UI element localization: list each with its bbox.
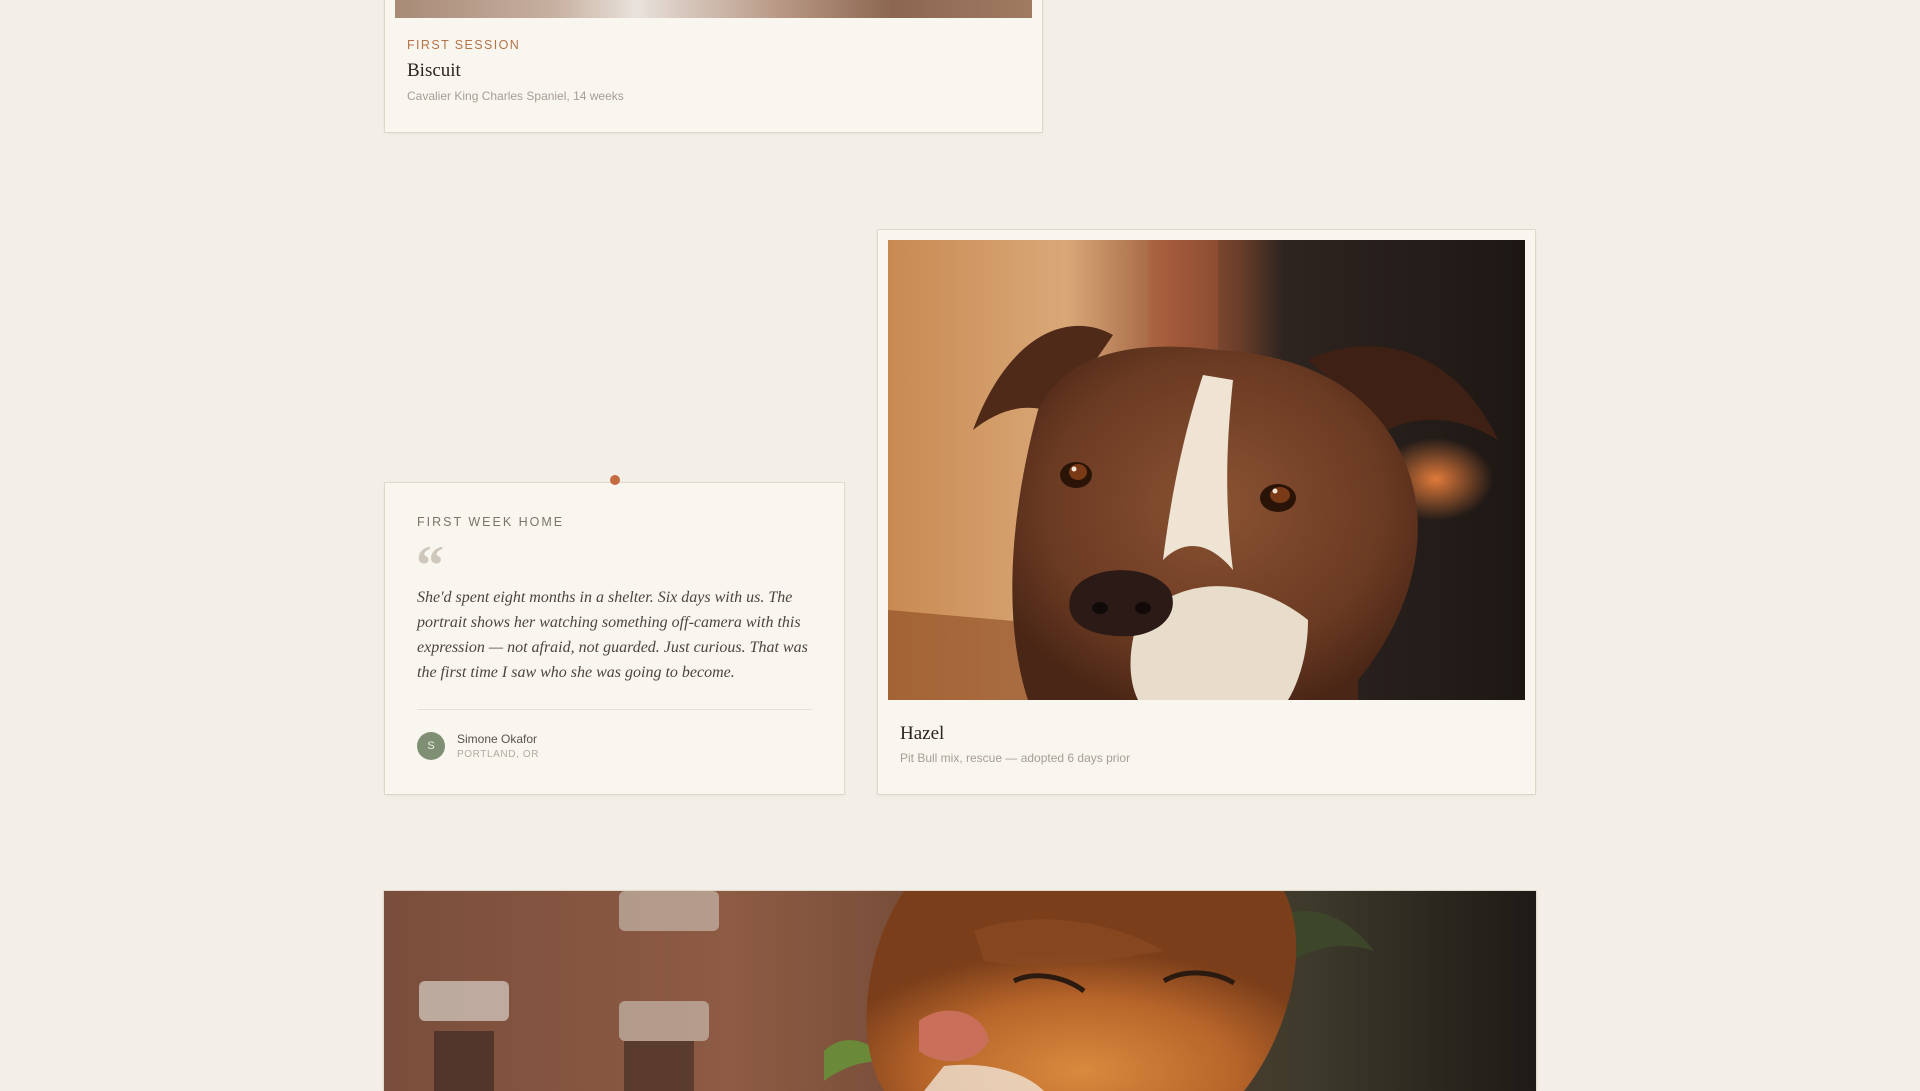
- hazel-photo: [888, 240, 1525, 700]
- pet-meta: Cavalier King Charles Spaniel, 14 weeks: [407, 89, 624, 103]
- pet-name: Biscuit: [407, 60, 461, 81]
- cat-photo: [384, 891, 1536, 1091]
- quote-text: She'd spent eight months in a shelter. S…: [417, 589, 808, 681]
- timeline-dot: [610, 475, 620, 485]
- cat-card[interactable]: [384, 891, 1536, 1091]
- card-eyebrow: FIRST WEEK HOME: [417, 515, 565, 529]
- hazel-card[interactable]: Hazel Pit Bull mix, rescue — adopted 6 d…: [878, 230, 1535, 794]
- avatar: S: [417, 732, 445, 760]
- pet-name: Hazel: [900, 723, 945, 744]
- quote-card: FIRST WEEK HOME “ She'd spent eight mont…: [385, 483, 844, 794]
- author-location: PORTLAND, OR: [457, 749, 540, 760]
- biscuit-card[interactable]: FIRST SESSION Biscuit Cavalier King Char…: [385, 0, 1042, 132]
- biscuit-photo: [385, 0, 1042, 18]
- author-name: Simone Okafor: [457, 732, 538, 746]
- divider: [417, 709, 812, 710]
- card-eyebrow: FIRST SESSION: [407, 38, 521, 52]
- pet-meta: Pit Bull mix, rescue — adopted 6 days pr…: [900, 751, 1131, 765]
